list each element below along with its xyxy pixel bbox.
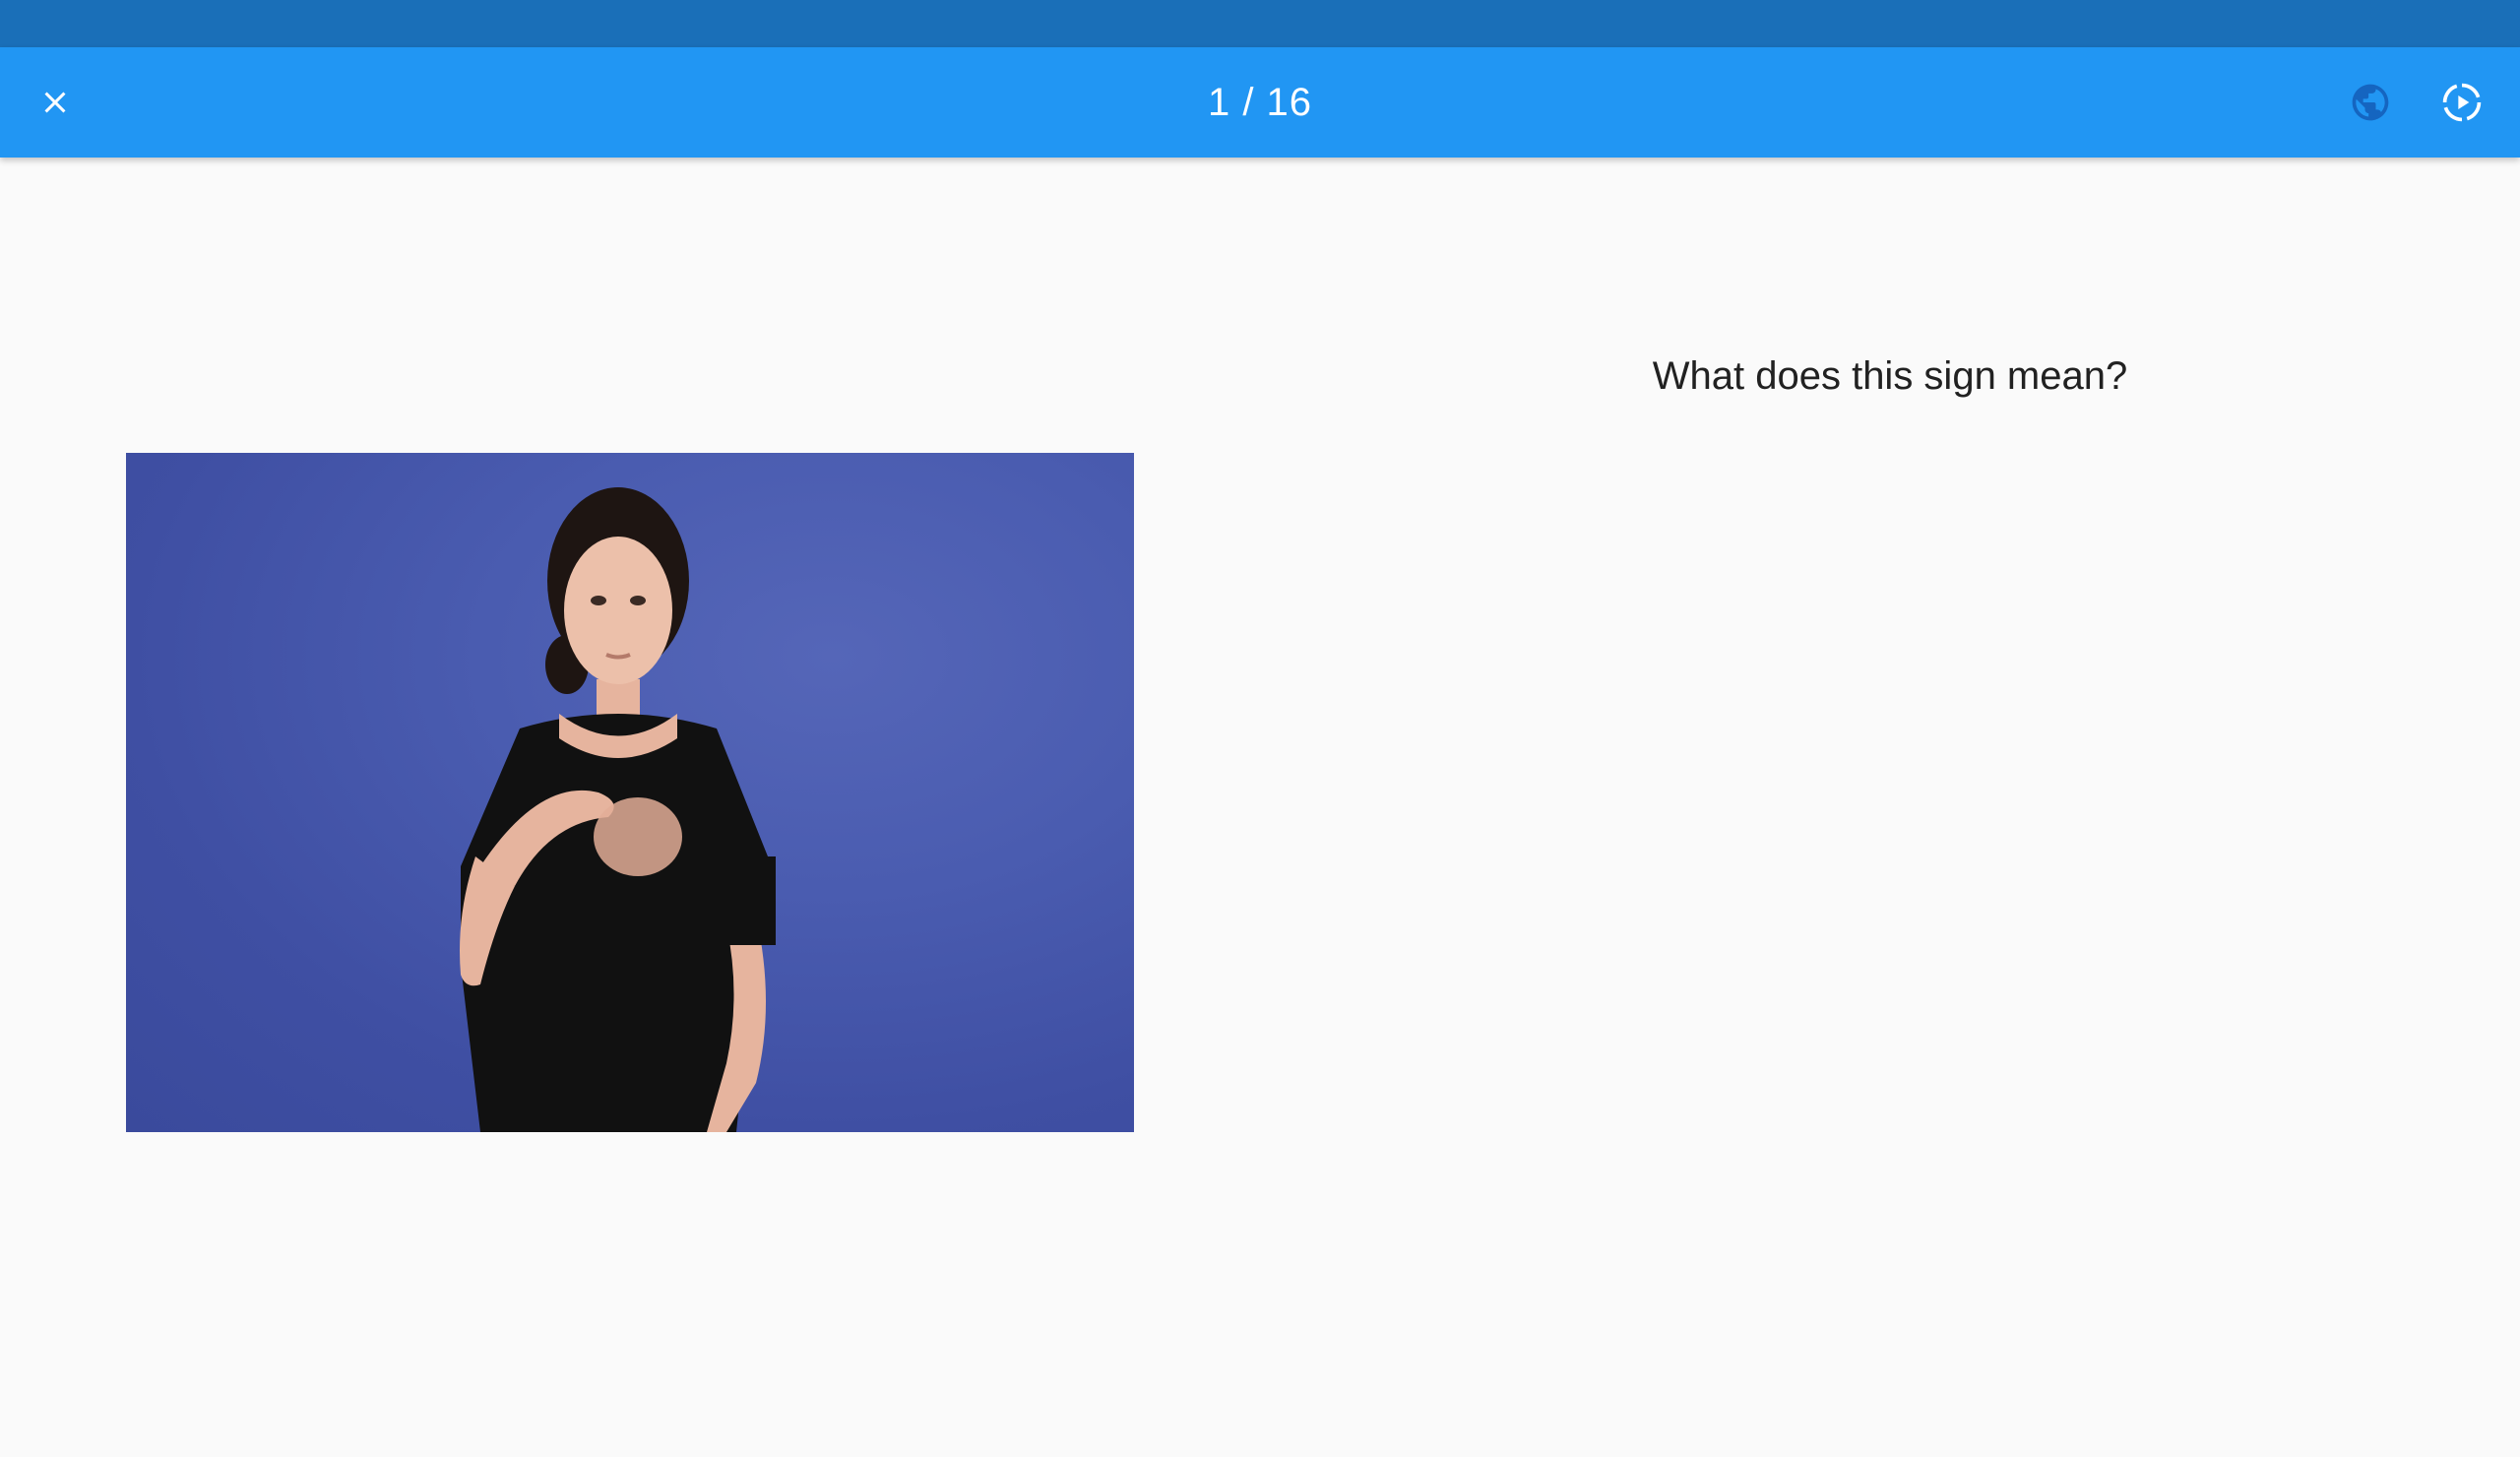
- close-button[interactable]: [16, 63, 94, 142]
- question-text: What does this sign mean?: [1652, 354, 2128, 398]
- globe-icon: [2352, 84, 2389, 121]
- language-button[interactable]: [2331, 63, 2410, 142]
- play-circle-dashed-icon: [2442, 83, 2482, 122]
- sign-video[interactable]: [126, 453, 1134, 1132]
- close-icon: [44, 92, 66, 113]
- app-bar: 1 / 16: [0, 47, 2520, 158]
- autoplay-button[interactable]: [2423, 63, 2501, 142]
- quiz-progress-counter: 1 / 16: [1207, 81, 1313, 124]
- status-bar: [0, 0, 2520, 47]
- quiz-content: What does this sign mean?: [0, 158, 2520, 1457]
- signer-figure: [460, 487, 776, 1132]
